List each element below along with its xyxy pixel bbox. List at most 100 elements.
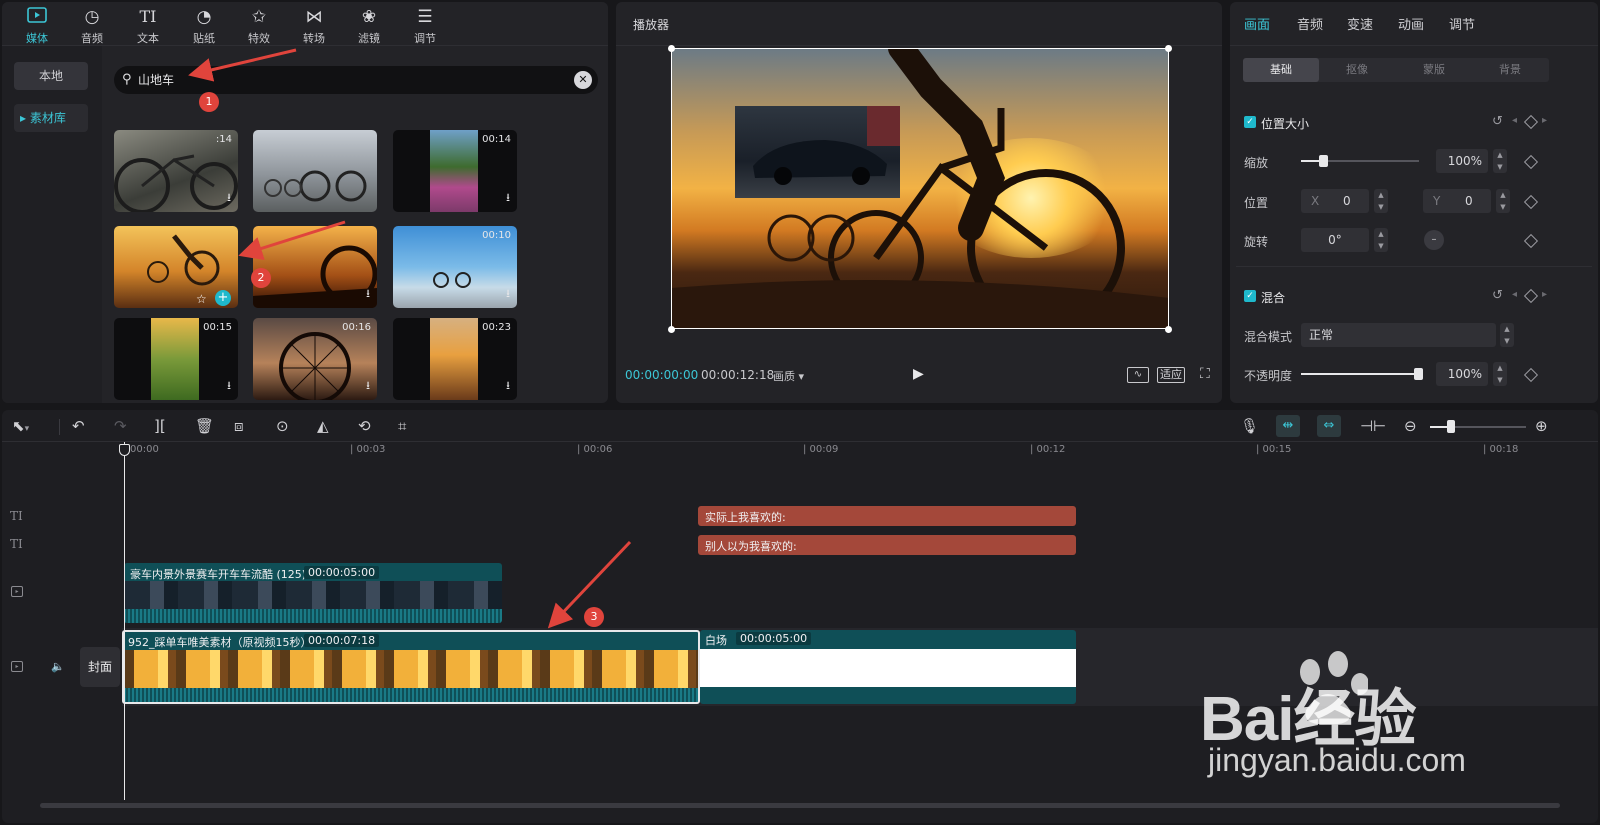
white-clip[interactable]: 白场 00:00:05:00 xyxy=(700,630,1076,704)
text-clip[interactable]: 实际上我喜欢的: xyxy=(698,506,1076,526)
resize-handle-tl[interactable] xyxy=(668,45,675,52)
blend-mode-select[interactable]: 正常 xyxy=(1301,323,1496,347)
tool-filter[interactable]: ❀ 滤镜 xyxy=(345,6,393,46)
sidebar-item-local[interactable]: 本地 xyxy=(14,62,88,90)
position-size-checkbox[interactable]: ✓ xyxy=(1244,116,1256,128)
sub-tab-keying[interactable]: 抠像 xyxy=(1319,58,1395,82)
main-video-clip[interactable]: 952_踩单车唯美素材（原视频15秒） 00:00:07:18 xyxy=(122,630,700,704)
scale-slider-thumb[interactable] xyxy=(1319,155,1328,167)
tree-sunset-image xyxy=(430,318,478,400)
overlay-video-clip[interactable]: 豪车内景外景赛车开车车流酷 (125) 00:00:05:00 xyxy=(124,563,502,623)
scale-input[interactable]: 100% xyxy=(1436,149,1488,173)
download-icon[interactable]: ⭳ xyxy=(506,377,510,396)
tool-adjust[interactable]: ☰ 调节 xyxy=(401,6,449,46)
play-button[interactable]: ▶ xyxy=(913,366,924,382)
timeline-scrollbar[interactable] xyxy=(40,803,1560,808)
media-thumb-2[interactable] xyxy=(253,130,377,212)
position-y-input[interactable]: Y 0 xyxy=(1423,189,1491,213)
link-button[interactable]: ⇔ xyxy=(1317,415,1341,437)
rotate-input[interactable]: 0° xyxy=(1301,228,1369,252)
tool-sticker[interactable]: ◔ 贴纸 xyxy=(180,6,228,46)
cover-button[interactable]: 封面 xyxy=(80,647,120,687)
position-y-stepper[interactable]: ▲ ▼ xyxy=(1496,189,1510,213)
sidebar-item-library[interactable]: ▸ 素材库 xyxy=(14,104,88,132)
inspector-divider xyxy=(1236,266,1592,267)
waveform-icon[interactable]: ∿ xyxy=(1127,367,1149,383)
tool-text[interactable]: TI 文本 xyxy=(124,6,172,46)
tab-audio[interactable]: 音频 xyxy=(1297,14,1323,33)
media-thumb-3[interactable]: 00:14 ⭳ xyxy=(393,130,517,212)
freeze-frame-icon[interactable]: ⧈ xyxy=(234,417,244,435)
speaker-icon[interactable]: 🔈 xyxy=(51,660,65,673)
media-thumb-6[interactable]: 00:10 ⭳ xyxy=(393,226,517,308)
sub-tab-mask[interactable]: 蒙版 xyxy=(1396,58,1472,82)
zoom-out-icon[interactable]: ⊖ xyxy=(1404,417,1417,435)
quality-dropdown[interactable]: 画质 ▾ xyxy=(773,368,804,384)
tool-effects[interactable]: ✩ 特效 xyxy=(235,6,283,46)
download-icon[interactable]: ⭳ xyxy=(227,377,231,396)
preview-axis-icon[interactable]: ⊣⊢ xyxy=(1360,417,1386,435)
position-x-input[interactable]: X 0 xyxy=(1301,189,1369,213)
media-thumb-9[interactable]: 00:23 ⭳ xyxy=(393,318,517,400)
search-input[interactable]: ⚲ 山地车 ✕ xyxy=(114,66,598,94)
tab-speed[interactable]: 变速 xyxy=(1347,14,1373,33)
rotate-icon[interactable]: ⟲ xyxy=(358,417,371,435)
zoom-in-icon[interactable]: ⊕ xyxy=(1535,417,1548,435)
media-thumb-5[interactable]: ⭳ xyxy=(253,226,377,308)
sub-tab-basic[interactable]: 基础 xyxy=(1243,58,1319,82)
redo-icon[interactable]: ↷ xyxy=(114,417,127,435)
blend-arrow-left-icon[interactable]: ◂ xyxy=(1512,289,1517,300)
reverse-icon[interactable]: ⊙ xyxy=(276,417,289,435)
download-icon[interactable]: ⭳ xyxy=(366,377,370,396)
split-icon[interactable]: ][ xyxy=(154,417,166,435)
media-thumb-7[interactable]: 00:15 ⭳ xyxy=(114,318,238,400)
media-thumb-1[interactable]: :14 ⭳ xyxy=(114,130,238,212)
download-icon[interactable]: ⭳ xyxy=(506,285,510,304)
download-icon[interactable]: ⭳ xyxy=(506,189,510,208)
tab-adjust[interactable]: 调节 xyxy=(1449,14,1475,33)
blend-mode-stepper[interactable]: ▲ ▼ xyxy=(1500,323,1514,347)
download-icon[interactable]: ⭳ xyxy=(227,189,231,208)
resize-handle-br[interactable] xyxy=(1165,326,1172,333)
undo-icon[interactable]: ↶ xyxy=(72,417,85,435)
mirror-icon[interactable]: ◭ xyxy=(317,417,329,435)
media-thumb-4[interactable]: ☆ + xyxy=(114,226,238,308)
tool-media[interactable]: 媒体 xyxy=(13,6,61,46)
fit-button[interactable]: 适应 xyxy=(1157,367,1185,383)
blend-reset-icon[interactable]: ↺ xyxy=(1492,288,1503,303)
position-x-stepper[interactable]: ▲ ▼ xyxy=(1374,189,1388,213)
fullscreen-icon[interactable]: ⛶ xyxy=(1200,366,1210,382)
media-thumb-8[interactable]: 00:16 ⭳ xyxy=(253,318,377,400)
select-tool-icon[interactable]: ⬉▾ xyxy=(12,417,29,435)
favorite-icon[interactable]: ☆ xyxy=(196,292,207,306)
resize-handle-tr[interactable] xyxy=(1165,45,1172,52)
arrow-right-icon[interactable]: ▸ xyxy=(1542,115,1547,126)
tab-picture[interactable]: 画面 xyxy=(1244,14,1270,33)
opacity-input[interactable]: 100% xyxy=(1436,362,1488,386)
playhead-handle[interactable] xyxy=(119,444,130,456)
zoom-slider-thumb[interactable] xyxy=(1447,420,1455,433)
opacity-slider-thumb[interactable] xyxy=(1414,368,1423,380)
clear-search-icon[interactable]: ✕ xyxy=(574,71,592,89)
blend-arrow-right-icon[interactable]: ▸ xyxy=(1542,289,1547,300)
blend-checkbox[interactable]: ✓ xyxy=(1244,290,1256,302)
tool-audio[interactable]: ◷ 音频 xyxy=(68,6,116,46)
rotate-dial-icon[interactable]: – xyxy=(1424,230,1444,250)
add-to-timeline-icon[interactable]: + xyxy=(215,290,231,306)
magnet-snap-button[interactable]: ⇹ xyxy=(1276,415,1300,437)
opacity-stepper[interactable]: ▲ ▼ xyxy=(1493,362,1507,386)
scale-stepper[interactable]: ▲ ▼ xyxy=(1493,149,1507,173)
microphone-icon[interactable]: 🎙 xyxy=(1240,417,1259,435)
delete-icon[interactable]: 🗑 xyxy=(195,417,214,435)
text-clip[interactable]: 别人以为我喜欢的: xyxy=(698,535,1076,555)
playhead[interactable] xyxy=(124,442,125,800)
reset-icon[interactable]: ↺ xyxy=(1492,114,1503,129)
tab-animation[interactable]: 动画 xyxy=(1398,14,1424,33)
sub-tab-background[interactable]: 背景 xyxy=(1472,58,1548,82)
tool-transition[interactable]: ⋈ 转场 xyxy=(290,6,338,46)
resize-handle-bl[interactable] xyxy=(668,326,675,333)
rotate-stepper[interactable]: ▲ ▼ xyxy=(1374,228,1388,252)
download-icon[interactable]: ⭳ xyxy=(366,285,370,304)
crop-icon[interactable]: ⌗ xyxy=(398,417,406,435)
arrow-left-icon[interactable]: ◂ xyxy=(1512,115,1517,126)
